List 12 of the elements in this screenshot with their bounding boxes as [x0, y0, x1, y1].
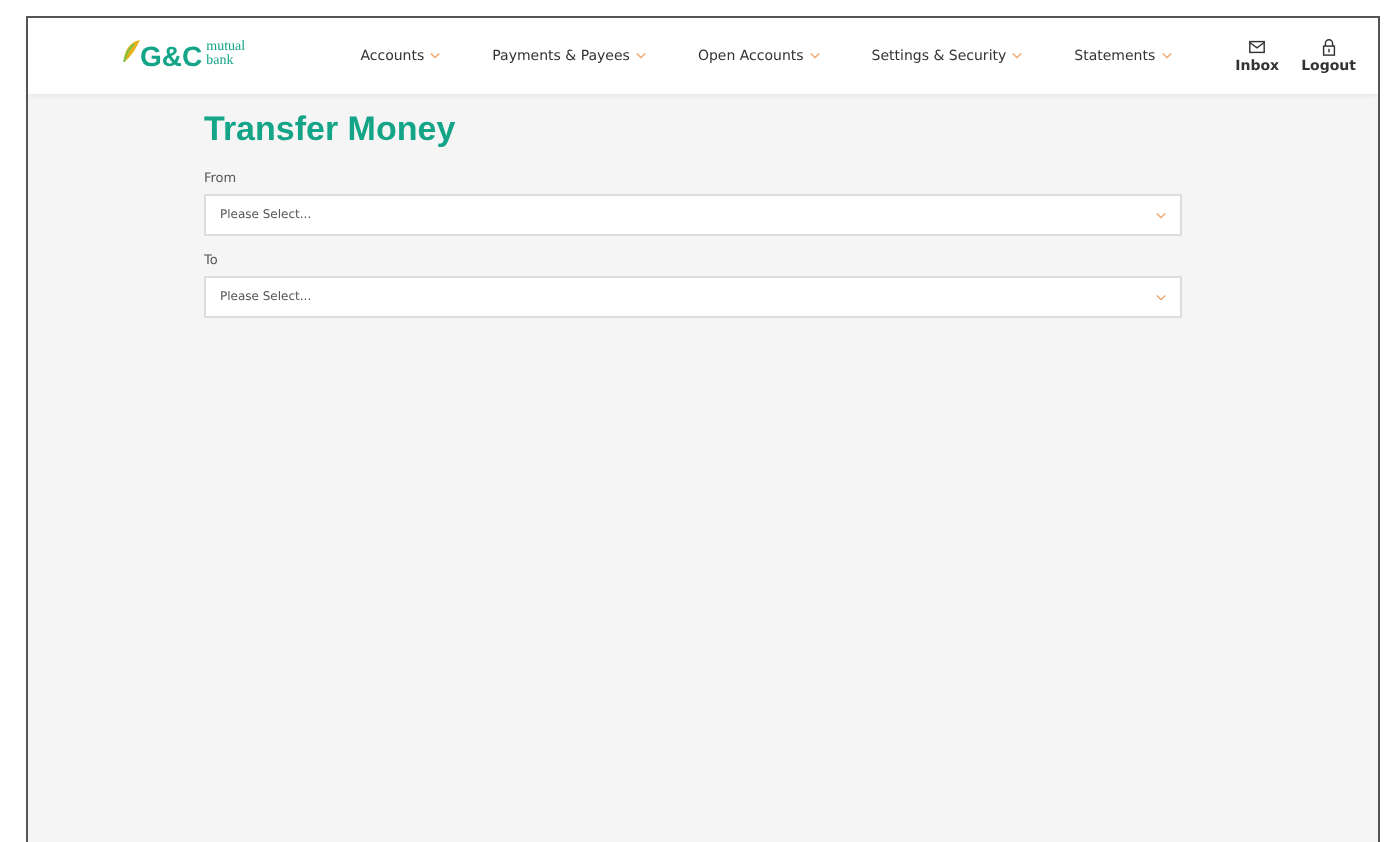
chevron-down-icon	[635, 52, 646, 60]
leaf-icon	[122, 40, 140, 62]
envelope-icon	[1248, 38, 1267, 56]
chevron-down-icon	[1156, 293, 1166, 301]
chevron-down-icon	[1156, 211, 1166, 219]
chevron-down-icon	[1012, 52, 1023, 60]
page-title: Transfer Money	[204, 110, 458, 150]
chevron-down-icon	[430, 52, 441, 60]
padlock-icon	[1319, 38, 1338, 56]
chevron-down-icon	[1161, 52, 1172, 60]
logo-mark: G&C	[140, 40, 203, 72]
chevron-down-icon	[809, 52, 820, 60]
